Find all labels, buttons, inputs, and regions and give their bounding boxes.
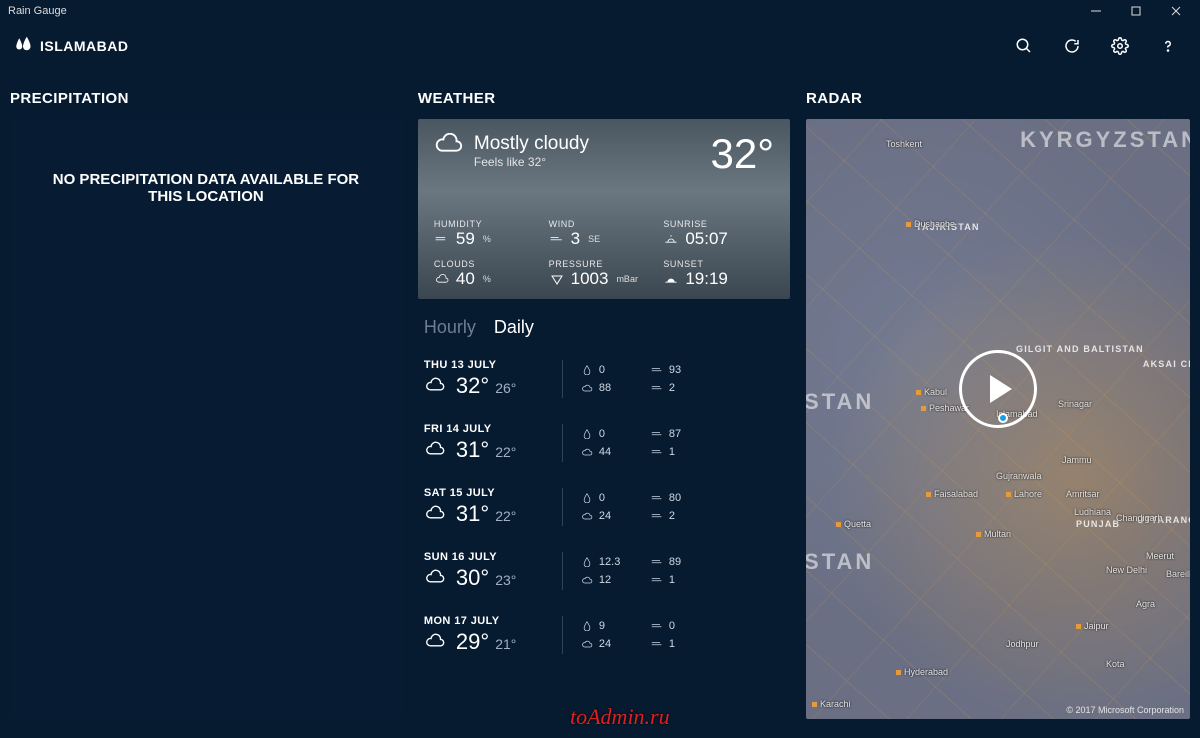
forecast-rain: 0 (581, 364, 651, 376)
forecast-wind-hi: 93 (651, 364, 711, 376)
stat-clouds: CLOUDS 40% (434, 259, 545, 289)
forecast-clouds: 44 (581, 446, 651, 458)
forecast-rain: 9 (581, 620, 651, 632)
forecast-wind-lo: 2 (651, 510, 711, 522)
app-header: ISLAMABAD (0, 22, 1200, 70)
forecast-date: THU 13 JULY (424, 359, 544, 371)
daily-forecast-row[interactable]: THU 13 JULY 32° 26° 093882 (424, 348, 790, 410)
forecast-low: 26° (495, 380, 516, 396)
forecast-wind-lo: 1 (651, 446, 711, 458)
stat-pressure: PRESSURE 1003mBar (549, 259, 660, 289)
forecast-wind-hi: 89 (651, 556, 711, 568)
map-city-label: Toshkent (886, 139, 922, 149)
drop-icon (14, 36, 32, 57)
cloud-icon (424, 441, 446, 463)
forecast-wind-hi: 80 (651, 492, 711, 504)
forecast-rain: 0 (581, 428, 651, 440)
radar-heading: RADAR (806, 90, 1190, 107)
map-country-label: STAN (806, 549, 874, 575)
forecast-low: 22° (495, 444, 516, 460)
map-country-label: KYRGYZSTAN (1020, 127, 1190, 153)
forecast-wind-lo: 1 (651, 574, 711, 586)
daily-forecast-row[interactable]: MON 17 JULY 29° 21° 90241 (424, 604, 790, 666)
stat-wind: WIND 3SE (549, 219, 660, 249)
forecast-date: SUN 16 JULY (424, 551, 544, 563)
location-selector[interactable]: ISLAMABAD (14, 36, 129, 57)
current-temperature: 32° (711, 133, 775, 175)
forecast-wind-lo: 1 (651, 638, 711, 650)
current-weather-card: Mostly cloudy Feels like 32° 32° HUMIDIT… (418, 119, 790, 299)
cloud-icon (424, 569, 446, 591)
daily-forecast-row[interactable]: SUN 16 JULY 30° 23° 12.389121 (424, 540, 790, 602)
map-region-label: PUNJAB (1076, 519, 1120, 529)
cloud-icon (434, 133, 464, 162)
watermark: toAdmin.ru (570, 704, 670, 730)
current-location-dot (998, 413, 1008, 423)
window-close-button[interactable] (1156, 0, 1196, 22)
condition-text: Mostly cloudy (474, 133, 589, 155)
location-name: ISLAMABAD (40, 38, 129, 54)
window-minimize-button[interactable] (1076, 0, 1116, 22)
feels-like-text: Feels like 32° (474, 155, 589, 169)
tab-daily[interactable]: Daily (494, 317, 534, 338)
forecast-date: SAT 15 JULY (424, 487, 544, 499)
stat-humidity: HUMIDITY 59% (434, 219, 545, 249)
forecast-clouds: 24 (581, 510, 651, 522)
forecast-low: 23° (495, 572, 516, 588)
precipitation-empty-message: NO PRECIPITATION DATA AVAILABLE FOR THIS… (36, 171, 376, 205)
cloud-icon (424, 633, 446, 655)
help-button[interactable] (1156, 34, 1180, 58)
radar-map[interactable]: KYRGYZSTAN STAN STAN TAJIKISTAN GILGIT A… (806, 119, 1190, 719)
settings-button[interactable] (1108, 34, 1132, 58)
precipitation-heading: PRECIPITATION (10, 90, 402, 107)
forecast-clouds: 12 (581, 574, 651, 586)
forecast-wind-hi: 87 (651, 428, 711, 440)
window-title: Rain Gauge (8, 5, 67, 17)
forecast-low: 22° (495, 508, 516, 524)
map-credit: © 2017 Microsoft Corporation (1066, 705, 1184, 715)
forecast-rain: 0 (581, 492, 651, 504)
map-region-label: AKSAI CH (1143, 359, 1190, 369)
cloud-icon (424, 505, 446, 527)
weather-heading: WEATHER (418, 90, 790, 107)
forecast-date: FRI 14 JULY (424, 423, 544, 435)
window-titlebar: Rain Gauge (0, 0, 1200, 22)
forecast-wind-lo: 2 (651, 382, 711, 394)
stat-sunset: SUNSET 19:19 (663, 259, 774, 289)
forecast-rain: 12.3 (581, 556, 651, 568)
daily-forecast-row[interactable]: SAT 15 JULY 31° 22° 080242 (424, 476, 790, 538)
map-country-label: STAN (806, 389, 874, 415)
map-region-label: GILGIT AND BALTISTAN (1016, 344, 1144, 354)
forecast-date: MON 17 JULY (424, 615, 544, 627)
forecast-high: 31° (456, 501, 489, 527)
search-button[interactable] (1012, 34, 1036, 58)
precipitation-panel: NO PRECIPITATION DATA AVAILABLE FOR THIS… (10, 119, 402, 719)
cloud-icon (424, 377, 446, 399)
tab-hourly[interactable]: Hourly (424, 317, 476, 338)
forecast-high: 29° (456, 629, 489, 655)
daily-forecast-row[interactable]: FRI 14 JULY 31° 22° 087441 (424, 412, 790, 474)
daily-forecast-list: THU 13 JULY32°26°093882FRI 14 JULY31°22°… (418, 348, 790, 666)
forecast-high: 30° (456, 565, 489, 591)
stat-sunrise: SUNRISE 05:07 (663, 219, 774, 249)
play-icon (990, 375, 1012, 403)
forecast-wind-hi: 0 (651, 620, 711, 632)
forecast-high: 32° (456, 373, 489, 399)
refresh-button[interactable] (1060, 34, 1084, 58)
forecast-clouds: 24 (581, 638, 651, 650)
forecast-low: 21° (495, 636, 516, 652)
forecast-high: 31° (456, 437, 489, 463)
window-maximize-button[interactable] (1116, 0, 1156, 22)
forecast-clouds: 88 (581, 382, 651, 394)
